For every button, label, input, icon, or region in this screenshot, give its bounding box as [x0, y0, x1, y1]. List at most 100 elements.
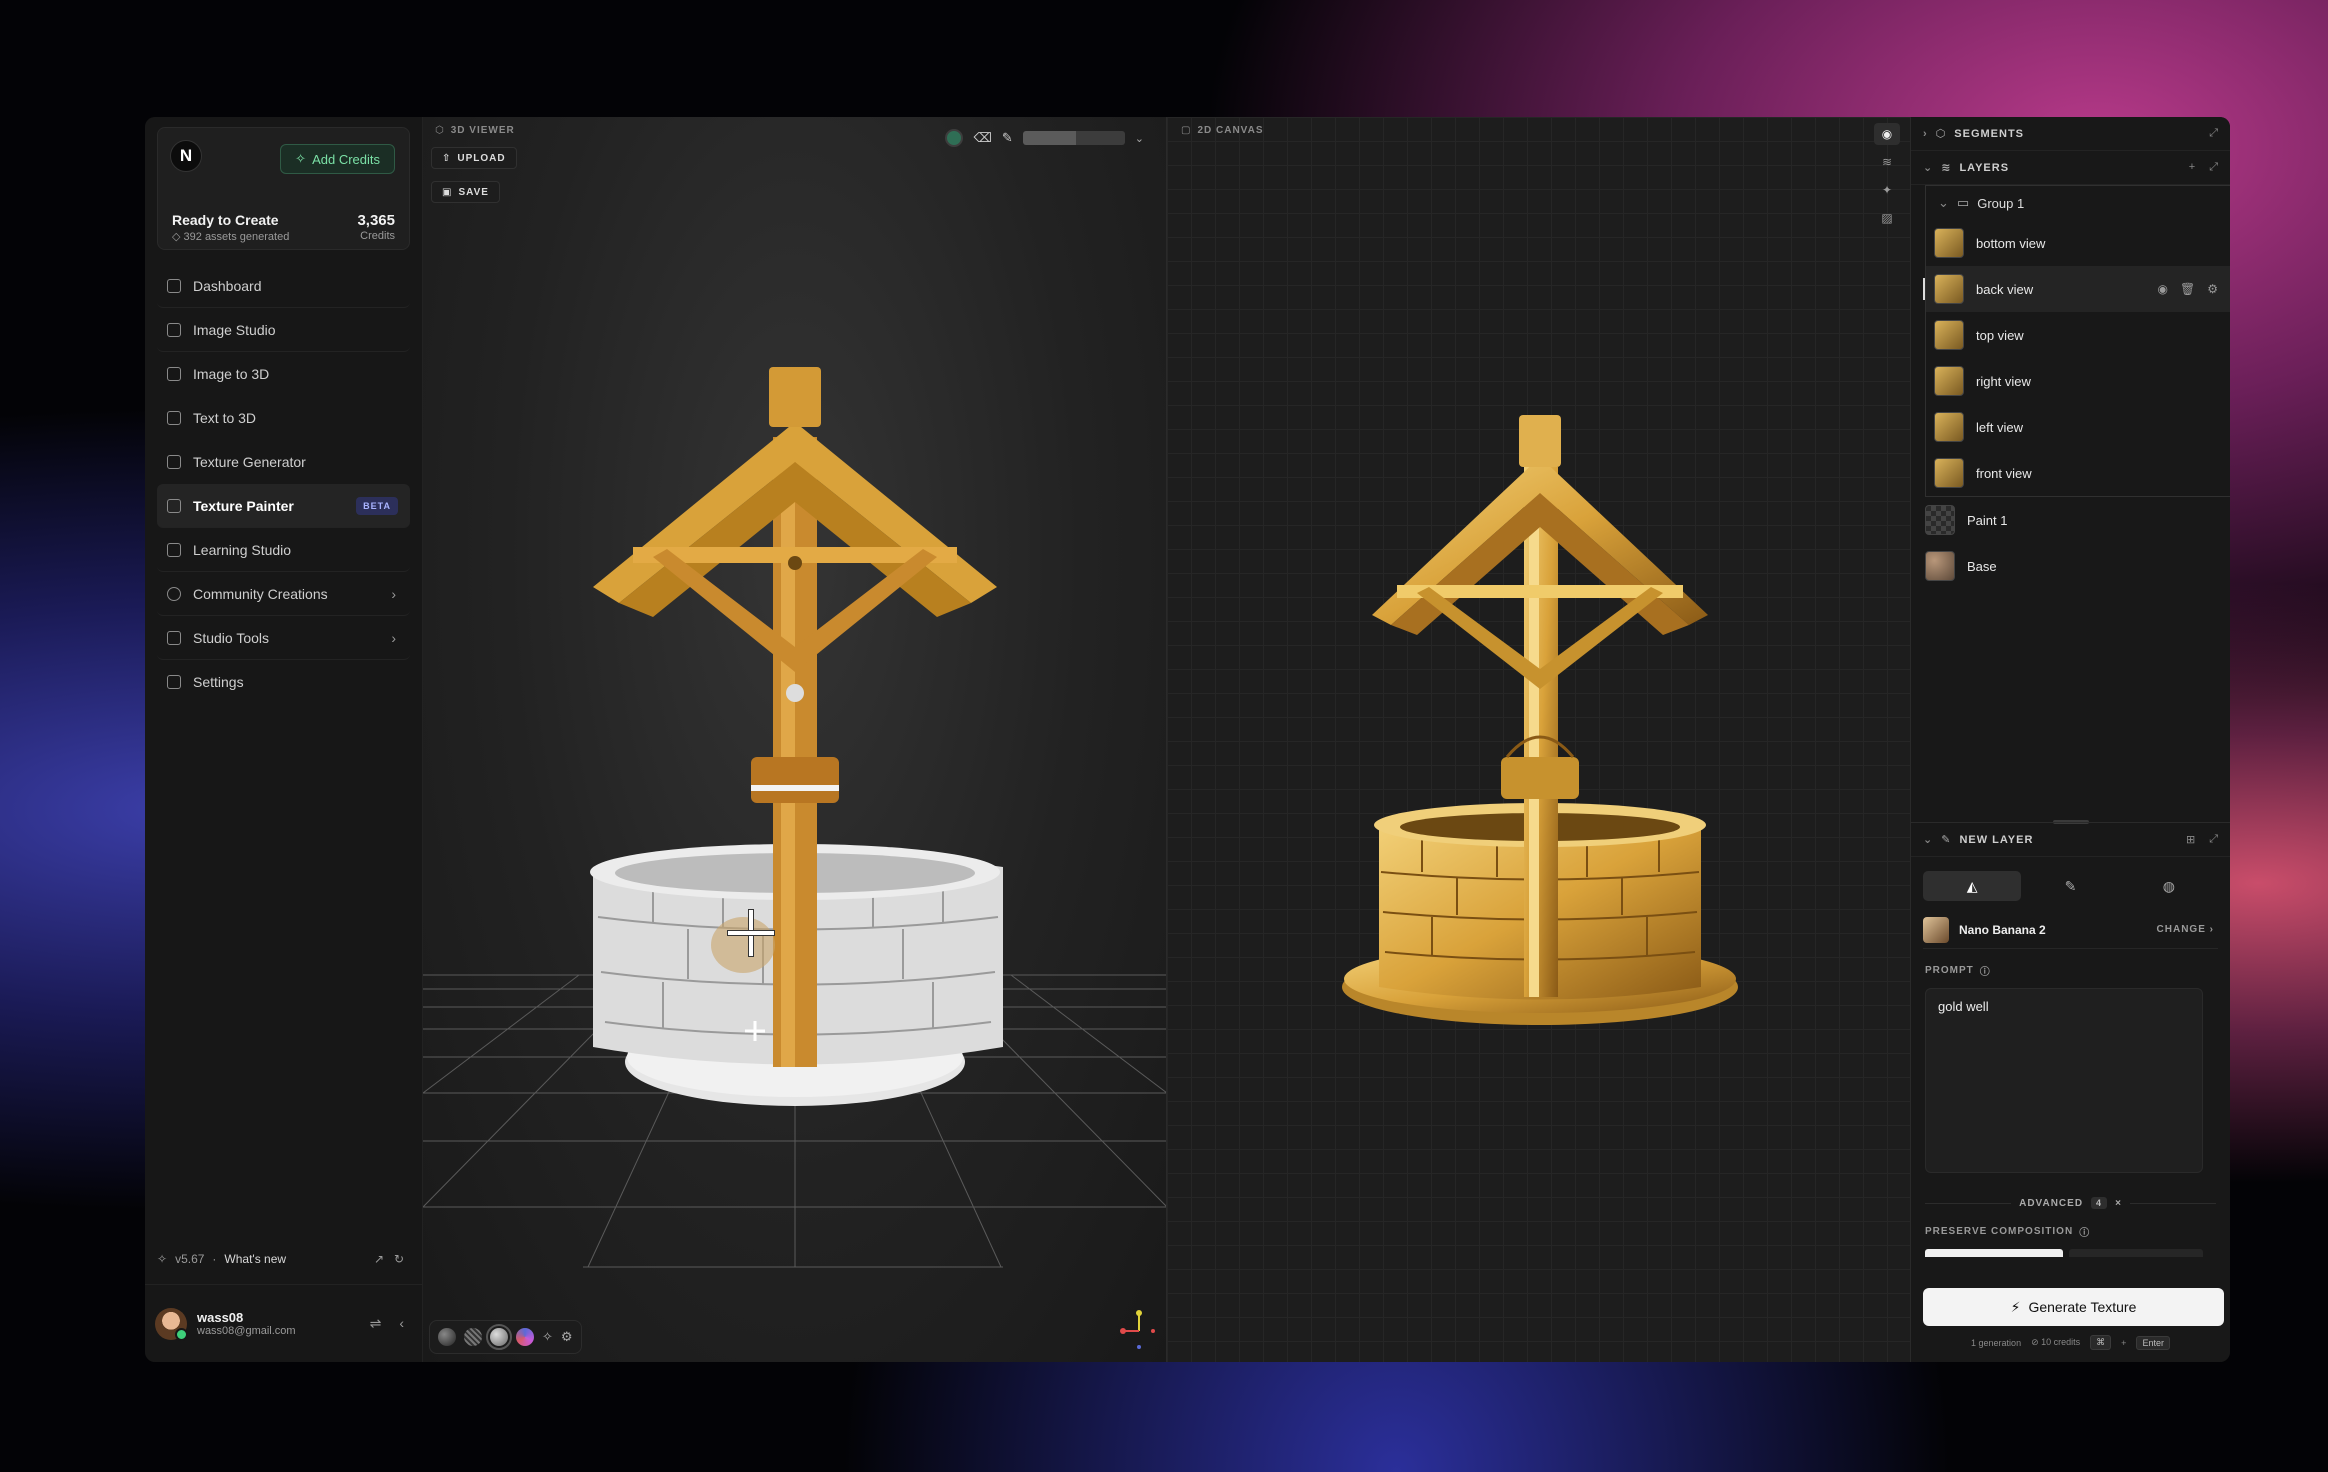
layer-item[interactable]: bottom view [1926, 220, 2230, 266]
tools-icon [167, 630, 181, 645]
layers-icon[interactable]: ≋ [1874, 151, 1900, 173]
layer-item[interactable]: right view [1926, 358, 2230, 404]
layer-thumbnail [1925, 505, 1955, 535]
generate-label: Generate Texture [2028, 1299, 2137, 1315]
save-button[interactable]: ▣ SAVE [431, 181, 500, 203]
layer-thumbnail [1934, 228, 1964, 258]
generate-texture-button[interactable]: ⚡ Generate Texture [1923, 1288, 2224, 1326]
nav-studio-tools[interactable]: Studio Tools › [157, 616, 410, 660]
advanced-toggle[interactable]: ADVANCED 4 × [1925, 1196, 2216, 1210]
layer-item[interactable]: front view [1926, 450, 2230, 496]
gear-icon[interactable]: ⚙ [2207, 282, 2218, 296]
username: wass08 [197, 1310, 244, 1325]
image-to-3d-icon [167, 367, 181, 381]
eye-icon[interactable]: ◉ [2158, 282, 2168, 296]
layer-item-base[interactable]: Base [1911, 543, 2230, 589]
segments-header[interactable]: › ⬡ SEGMENTS ⤢ [1911, 117, 2230, 151]
advanced-count-badge: 4 [2091, 1197, 2108, 1209]
user-row[interactable]: wass08 wass08@gmail.com ⇌ ‹ [145, 1284, 422, 1362]
whats-new-link[interactable]: What's new [224, 1252, 286, 1266]
3d-viewer[interactable]: ⬡ 3D VIEWER ⇧ UPLOAD ▣ SAVE ⌫ ✎ ⌄ ✧ ⚙ [423, 117, 1167, 1362]
eraser-icon[interactable]: ⌫ [973, 130, 991, 146]
preserve-composition-text: PRESERVE COMPOSITION [1925, 1226, 2074, 1237]
nav-learning-studio[interactable]: Learning Studio [157, 528, 410, 572]
layer-tools: ◉ 🗑 ⚙ [2158, 282, 2218, 296]
nav-dashboard[interactable]: Dashboard [157, 264, 410, 308]
nav-texture-generator[interactable]: Texture Generator [157, 440, 410, 484]
app-logo[interactable]: N [170, 140, 202, 172]
add-credits-button[interactable]: ✧ Add Credits [280, 144, 395, 174]
wireframe-sphere-icon[interactable] [464, 1328, 482, 1346]
add-layer-icon[interactable]: + [2189, 161, 2195, 174]
credits-cost: 10 credits [2041, 1337, 2081, 1347]
option-off[interactable] [2069, 1249, 2203, 1257]
save-label: SAVE [458, 186, 489, 198]
beta-badge: BETA [356, 496, 398, 515]
brush-icon[interactable]: ✎ [1002, 130, 1013, 146]
gear-icon[interactable]: ⚙ [561, 1329, 573, 1345]
upload-button[interactable]: ⇧ UPLOAD [431, 147, 517, 169]
prompt-input[interactable]: gold well [1925, 988, 2203, 1173]
nav-label: Community Creations [193, 585, 328, 602]
chevron-right-icon: › [1923, 127, 1928, 140]
close-icon[interactable]: × [2115, 1198, 2122, 1209]
option-on[interactable] [1925, 1249, 2063, 1257]
add-image-icon[interactable]: ⊞ [2186, 833, 2195, 846]
collapse-sidebar-icon[interactable]: ‹ [399, 1315, 404, 1332]
layer-item[interactable]: top view [1926, 312, 2230, 358]
tab-fill-mode[interactable]: ◭ [1923, 871, 2022, 901]
magic-wand-icon[interactable]: ✦ [1874, 179, 1900, 201]
layer-name: right view [1976, 373, 2031, 389]
expand-icon[interactable]: ⤢ [2209, 833, 2218, 846]
sliders-icon[interactable]: ⇌ [370, 1315, 382, 1332]
nav-community-creations[interactable]: Community Creations › [157, 572, 410, 616]
avatar[interactable] [155, 1307, 188, 1341]
external-link-icon[interactable]: ↗ [374, 1252, 384, 1266]
2d-canvas[interactable]: ▢ 2D CANVAS ◉ ≋ ✦ ▨ [1167, 117, 1911, 1362]
matcap-dark-icon[interactable] [438, 1328, 456, 1346]
nav-label: Studio Tools [193, 629, 270, 646]
layer-item[interactable]: left view [1926, 404, 2230, 450]
credits-value: 3,365 [357, 212, 395, 229]
model-name: Nano Banana 2 [1959, 922, 2046, 937]
refresh-icon[interactable]: ↻ [394, 1252, 404, 1266]
nav-texture-painter[interactable]: Texture Painter BETA [157, 484, 410, 528]
trash-icon[interactable]: 🗑 [2180, 282, 2195, 296]
nav-label: Image Studio [193, 321, 276, 338]
model-selector[interactable]: Nano Banana 2 CHANGE › [1923, 911, 2218, 949]
lighting-icon[interactable]: ✧ [542, 1329, 553, 1345]
assets-count-label: 392 assets generated [183, 231, 290, 243]
info-icon[interactable]: ⓘ [2079, 1224, 2090, 1239]
upload-label: UPLOAD [457, 152, 506, 164]
layer-item-selected[interactable]: back view ◉ 🗑 ⚙ [1923, 266, 2230, 312]
expand-icon[interactable]: ⤢ [2209, 161, 2218, 174]
color-swatch[interactable] [945, 129, 964, 147]
nav-image-to-3d[interactable]: Image to 3D [157, 352, 410, 396]
nav-image-studio[interactable]: Image Studio [157, 308, 410, 352]
chevron-down-icon[interactable]: ⌄ [1135, 132, 1144, 145]
info-icon[interactable]: ⓘ [1980, 963, 1991, 978]
nav-settings[interactable]: Settings [157, 660, 410, 704]
preserve-composition-toggle[interactable] [1925, 1249, 2216, 1257]
normal-sphere-icon[interactable] [516, 1328, 534, 1346]
expand-icon[interactable]: ⤢ [2209, 127, 2218, 140]
render-mode-toolbar: ✧ ⚙ [429, 1320, 582, 1354]
layer-name: top view [1976, 327, 2024, 343]
plus-sign: + [2121, 1337, 2127, 1348]
viewport-grid [423, 367, 1166, 1349]
layer-item-paint[interactable]: Paint 1 [1911, 497, 2230, 543]
brush-size-slider[interactable] [1022, 131, 1125, 145]
tab-brush-mode[interactable]: ✎ [2021, 871, 2119, 901]
new-layer-header[interactable]: ⌄ ✎ NEW LAYER ⊞ ⤢ [1911, 823, 2230, 857]
sidebar: N ✧ Add Credits Ready to Create ◇ 392 as… [145, 117, 423, 1362]
separator: · [212, 1252, 217, 1266]
group-header[interactable]: ⌄ ▭ Group 1 [1926, 186, 2230, 220]
paint-tool-icon[interactable]: ◉ [1874, 123, 1900, 145]
tab-palette-mode[interactable]: ◍ [2120, 871, 2218, 901]
nav-text-to-3d[interactable]: Text to 3D [157, 396, 410, 440]
layers-header[interactable]: ⌄ ≋ LAYERS + ⤢ [1911, 151, 2230, 185]
folder-icon: ▭ [1956, 195, 1970, 210]
image-icon[interactable]: ▨ [1874, 207, 1900, 229]
change-model-button[interactable]: CHANGE › [2157, 924, 2214, 935]
solid-sphere-icon[interactable] [486, 1324, 512, 1350]
